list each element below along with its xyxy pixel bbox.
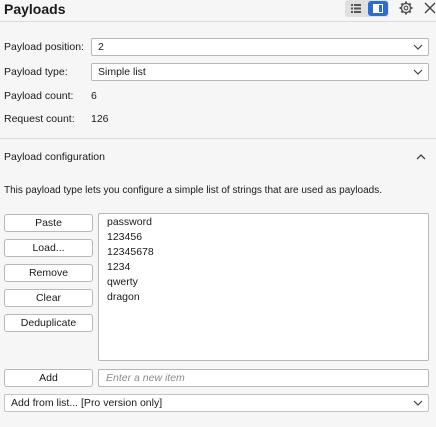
gear-icon [399, 1, 413, 15]
panel-view-button[interactable] [368, 1, 388, 16]
close-button[interactable] [422, 0, 436, 16]
chevron-down-icon [413, 400, 423, 406]
list-item[interactable]: dragon [99, 290, 428, 305]
payload-position-label: Payload position: [4, 41, 84, 53]
chevron-down-icon [413, 44, 423, 50]
paste-button[interactable]: Paste [4, 214, 93, 232]
payload-configuration-title: Payload configuration [4, 151, 105, 163]
request-count-label: Request count: [4, 113, 75, 125]
panel-title: Payloads [4, 1, 66, 17]
list-item[interactable]: 12345678 [99, 245, 428, 260]
load-button[interactable]: Load... [4, 239, 93, 257]
close-icon [424, 2, 436, 14]
payload-count-value: 6 [91, 90, 97, 102]
new-item-input[interactable] [98, 369, 429, 387]
add-button[interactable]: Add [4, 369, 93, 387]
list-item[interactable]: 1234 [99, 260, 428, 275]
payloads-panel: Payloads Payload position: 2 Payload typ… [0, 0, 436, 427]
payload-list[interactable]: password 123456 12345678 1234 qwerty dra… [98, 213, 429, 361]
view-toggle [345, 0, 389, 17]
list-view-icon [351, 4, 361, 13]
list-view-button[interactable] [346, 1, 366, 16]
list-item[interactable]: 123456 [99, 230, 428, 245]
payload-type-label: Payload type: [4, 66, 68, 78]
panel-header: Payloads [0, 0, 436, 20]
payload-position-select[interactable]: 2 [91, 38, 429, 56]
header-divider [0, 21, 436, 22]
payload-type-select[interactable]: Simple list [91, 63, 429, 81]
list-item[interactable]: qwerty [99, 275, 428, 290]
add-from-list-select[interactable]: Add from list... [Pro version only] [4, 394, 429, 412]
clear-button[interactable]: Clear [4, 289, 93, 307]
chevron-down-icon [413, 69, 423, 75]
remove-button[interactable]: Remove [4, 264, 93, 282]
payload-type-value: Simple list [98, 66, 146, 78]
deduplicate-button[interactable]: Deduplicate [4, 314, 93, 332]
section-divider [0, 138, 436, 139]
list-item[interactable]: password [99, 215, 428, 230]
request-count-value: 126 [91, 113, 109, 125]
payload-configuration-description: This payload type lets you configure a s… [4, 185, 382, 196]
payload-position-value: 2 [98, 41, 104, 53]
add-from-list-value: Add from list... [Pro version only] [11, 397, 163, 409]
panel-view-icon [373, 4, 383, 13]
payload-count-label: Payload count: [4, 90, 74, 102]
settings-button[interactable] [398, 0, 414, 16]
chevron-up-icon[interactable] [415, 152, 427, 162]
